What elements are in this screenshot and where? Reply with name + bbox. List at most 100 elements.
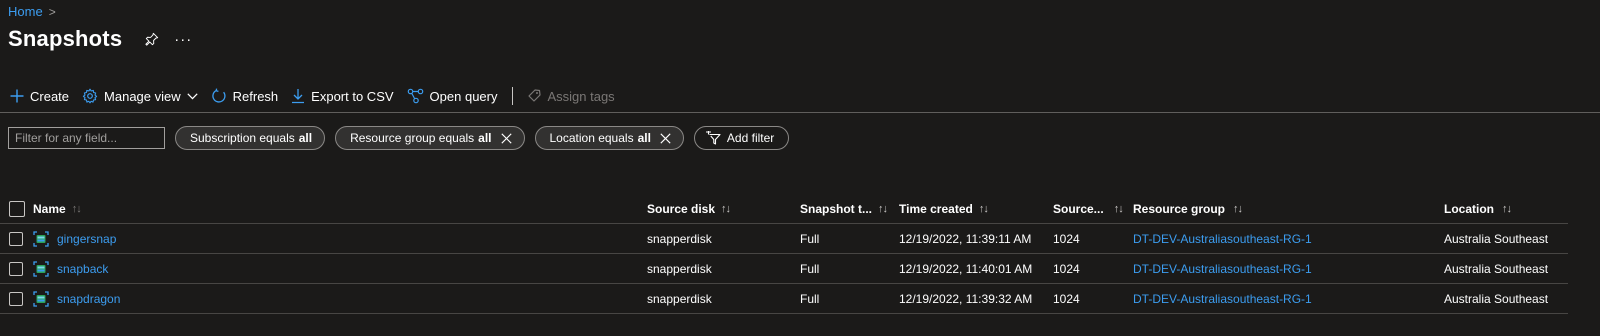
refresh-label: Refresh (232, 88, 279, 104)
filter-input[interactable] (8, 127, 165, 149)
resource-group-link[interactable]: DT-DEV-Australiasoutheast-RG-1 (1133, 254, 1312, 283)
breadcrumb: Home > (8, 4, 56, 19)
time-created-cell: 12/19/2022, 11:39:11 AM (899, 231, 1032, 246)
name-cell: snapback (33, 254, 108, 283)
row-checkbox[interactable] (9, 261, 23, 276)
subscription-filter-value: all (298, 131, 313, 145)
sort-icon: ↑↓ (878, 202, 888, 215)
subscription-filter-pill[interactable]: Subscription equals all (175, 126, 326, 150)
query-icon (407, 88, 424, 104)
location-cell: Australia Southeast (1444, 261, 1549, 276)
name-cell: gingersnap (33, 224, 116, 253)
open-query-label: Open query (429, 88, 498, 104)
close-icon[interactable] (500, 132, 512, 144)
toolbar-divider (512, 87, 514, 105)
page-title: Snapshots (8, 26, 123, 51)
source-disk-cell: snapperdisk (647, 291, 712, 306)
export-csv-button[interactable]: Export to CSV (291, 88, 394, 104)
assign-tags-label: Assign tags (547, 88, 615, 104)
snapshot-icon (33, 260, 49, 277)
source-size-cell: 1024 (1053, 261, 1080, 276)
tag-icon (527, 88, 542, 104)
snapshot-icon (33, 230, 49, 247)
snapshots-table: Name ↑↓ Source disk ↑↓ Snapshot t... ↑↓ Tim… (0, 194, 1568, 314)
refresh-icon (211, 88, 227, 104)
open-query-button[interactable]: Open query (407, 88, 498, 104)
create-button[interactable]: Create (10, 89, 69, 104)
assign-tags-button[interactable]: Assign tags (527, 88, 615, 104)
sort-icon: ↑↓ (1502, 202, 1512, 215)
location-cell: Australia Southeast (1444, 291, 1549, 306)
row-checkbox[interactable] (9, 231, 23, 246)
source-disk-cell: snapperdisk (647, 261, 712, 276)
select-all-cell (9, 194, 25, 223)
table-header: Name ↑↓ Source disk ↑↓ Snapshot t... ↑↓ Tim… (0, 194, 1568, 224)
refresh-button[interactable]: Refresh (211, 88, 279, 104)
resource-group-link[interactable]: DT-DEV-Australiasoutheast-RG-1 (1133, 284, 1312, 313)
snapshot-name-link[interactable]: gingersnap (57, 232, 116, 246)
sort-icon: ↑↓ (71, 202, 82, 215)
column-header-source-disk-label: Source disk (647, 201, 716, 216)
column-header-snapshot-type[interactable]: Snapshot t... ↑↓ (800, 194, 888, 223)
location-filter-pill[interactable]: Location equals all (534, 126, 684, 150)
pin-icon[interactable] (144, 31, 160, 47)
location-cell: Australia Southeast (1444, 231, 1549, 246)
title-row: Snapshots ··· (8, 26, 192, 52)
row-checkbox[interactable] (9, 291, 23, 306)
resource-group-link[interactable]: DT-DEV-Australiasoutheast-RG-1 (1133, 224, 1312, 253)
more-options-icon[interactable]: ··· (174, 31, 192, 48)
download-icon (291, 88, 305, 104)
name-cell: snapdragon (33, 284, 120, 313)
column-header-time-created-label: Time created (899, 201, 973, 216)
command-bar: Create Manage view Refresh Export to CSV… (10, 84, 628, 108)
select-all-checkbox[interactable] (9, 200, 25, 217)
sort-icon: ↑↓ (1113, 202, 1124, 215)
manage-view-button[interactable]: Manage view (82, 88, 198, 104)
time-created-cell: 12/19/2022, 11:40:01 AM (899, 261, 1033, 276)
row-select-cell (9, 224, 23, 253)
resource-group-filter-value: all (478, 131, 492, 145)
filter-bar: Subscription equals all Resource group e… (8, 126, 790, 150)
column-header-location[interactable]: Location ↑↓ (1444, 194, 1512, 223)
plus-icon (10, 89, 24, 103)
table-row[interactable]: gingersnap snapperdisk Full 12/19/2022, … (0, 224, 1568, 254)
chevron-right-icon: > (48, 4, 56, 19)
resource-group-filter-label: Resource group equals (350, 131, 475, 145)
snapshot-type-cell: Full (800, 291, 820, 306)
location-filter-label: Location equals (549, 131, 634, 145)
resource-group-filter-pill[interactable]: Resource group equals all (335, 126, 525, 150)
time-created-cell: 12/19/2022, 11:39:32 AM (899, 291, 1033, 306)
source-size-cell: 1024 (1053, 291, 1080, 306)
row-select-cell (9, 284, 23, 313)
column-header-source-size-label: Source... (1053, 201, 1104, 216)
add-filter-label: Add filter (726, 131, 775, 145)
column-header-resource-group-label: Resource group (1133, 201, 1226, 216)
breadcrumb-home-link[interactable]: Home (8, 4, 43, 19)
table-row[interactable]: snapback snapperdisk Full 12/19/2022, 11… (0, 254, 1568, 284)
source-disk-cell: snapperdisk (647, 231, 712, 246)
column-header-resource-group[interactable]: Resource group ↑↓ (1133, 194, 1243, 223)
add-filter-icon (705, 131, 721, 145)
snapshot-name-link[interactable]: snapdragon (57, 292, 120, 306)
location-filter-value: all (637, 131, 651, 145)
create-label: Create (30, 88, 70, 104)
add-filter-button[interactable]: Add filter (693, 126, 790, 150)
snapshot-type-cell: Full (800, 231, 820, 246)
column-header-time-created[interactable]: Time created ↑↓ (899, 194, 989, 223)
sort-icon: ↑↓ (721, 202, 731, 215)
column-header-source-size[interactable]: Source... ↑↓ (1053, 194, 1124, 223)
sort-icon: ↑↓ (1233, 202, 1243, 215)
column-header-name[interactable]: Name ↑↓ (33, 194, 82, 223)
gear-icon (82, 88, 98, 104)
row-select-cell (9, 254, 23, 283)
column-header-location-label: Location (1444, 201, 1494, 216)
snapshot-icon (33, 290, 49, 307)
chevron-down-icon (187, 92, 198, 100)
snapshot-name-link[interactable]: snapback (57, 262, 108, 276)
column-header-source-disk[interactable]: Source disk ↑↓ (647, 194, 731, 223)
close-icon[interactable] (660, 132, 671, 144)
table-row[interactable]: snapdragon snapperdisk Full 12/19/2022, … (0, 284, 1568, 314)
subscription-filter-label: Subscription equals (190, 131, 295, 145)
toolbar-divider-line (0, 112, 1600, 113)
column-header-snapshot-type-label: Snapshot t... (800, 201, 872, 216)
